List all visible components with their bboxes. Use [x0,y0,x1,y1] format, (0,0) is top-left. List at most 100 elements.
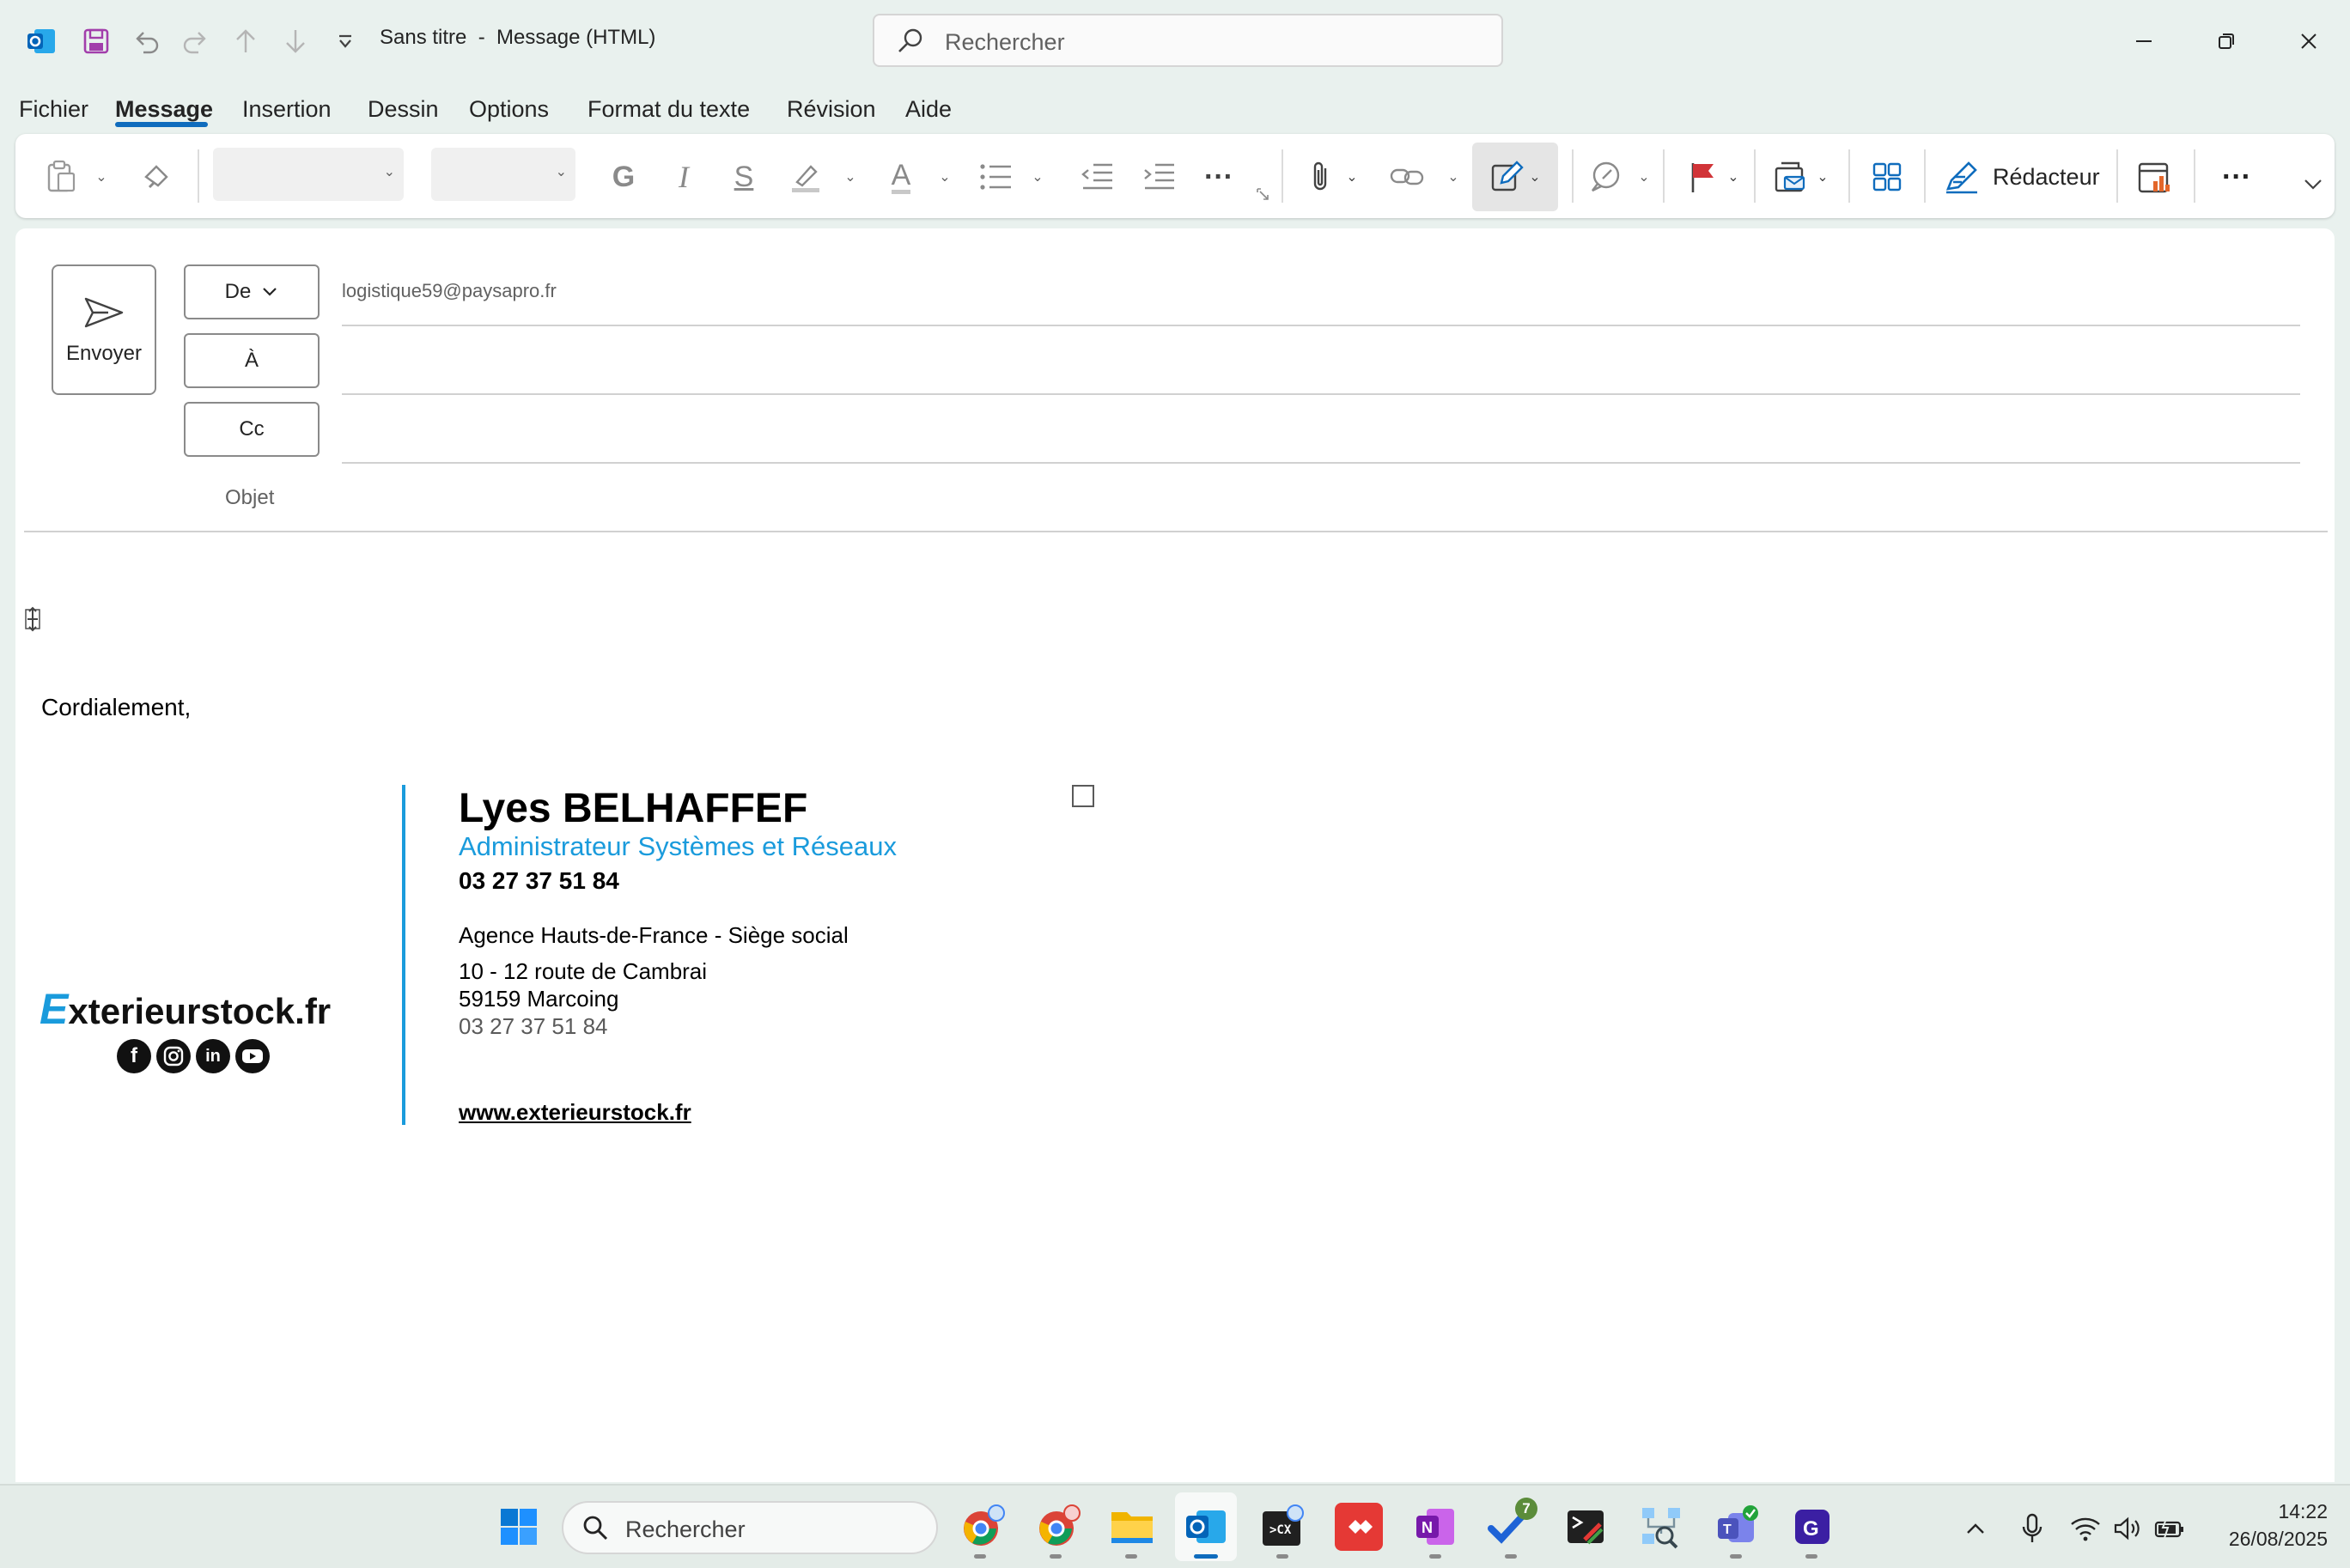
paste-icon[interactable] [41,158,81,196]
tab-options[interactable]: Options [469,96,549,123]
signature-website-link[interactable]: www.exterieurstock.fr [459,1099,691,1126]
more-options-button[interactable]: ··· [2211,158,2262,196]
tab-fichier[interactable]: Fichier [19,96,88,123]
clock[interactable]: 14:22 26/08/2025 [2199,1498,2328,1553]
file-explorer-icon[interactable] [1108,1503,1156,1551]
chevron-down-icon [263,288,277,296]
signature-button[interactable]: ⌄ [1472,143,1558,211]
tab-dessin[interactable]: Dessin [368,96,439,123]
viva-insights-icon[interactable] [2134,158,2175,196]
decrease-indent-icon[interactable] [1077,158,1117,196]
show-hidden-icons-chevron-up-icon[interactable] [1958,1511,1993,1546]
signature-address-line1[interactable]: 10 - 12 route de Cambrai [459,958,707,985]
font-color-label: A [891,161,911,194]
outlook-taskbar-icon[interactable] [1182,1503,1230,1551]
attach-file-icon[interactable] [1304,158,1338,196]
editor-button[interactable]: Rédacteur [1943,158,2115,196]
to-button[interactable]: À [184,333,320,388]
signature-address-line2[interactable]: 59159 Marcoing [459,986,618,1012]
tab-format-du-texte[interactable]: Format du texte [588,96,750,123]
bullet-list-chevron-down-icon[interactable]: ⌄ [1029,158,1046,196]
underline-button[interactable]: S [725,158,763,196]
comment-chevron-down-icon[interactable]: ⌄ [1635,158,1653,196]
from-button[interactable]: De [184,264,320,319]
image-placeholder-icon[interactable] [1072,785,1094,807]
link-chevron-down-icon[interactable]: ⌄ [1445,158,1462,196]
tags-chevron-down-icon[interactable]: ⌄ [1814,158,1831,196]
taskbar-search-input[interactable]: Rechercher [562,1501,938,1554]
to-input[interactable] [342,338,2300,386]
search-input[interactable]: Rechercher [873,14,1503,67]
font-color-chevron-down-icon[interactable]: ⌄ [936,158,953,196]
todo-icon[interactable]: 7 [1486,1498,1537,1551]
comment-icon[interactable] [1584,158,1627,196]
tab-revision[interactable]: Révision [787,96,876,123]
customize-toolbar-icon[interactable] [325,21,366,62]
more-formatting-button[interactable]: ··· [1197,158,1240,196]
format-painter-icon[interactable] [137,158,175,196]
ribbon-expand-chevron-down-icon[interactable] [2300,172,2326,198]
subject-input[interactable] [342,477,2300,526]
signature-phone-secondary[interactable]: 03 27 37 51 84 [459,1013,608,1040]
arrow-down-icon[interactable] [275,21,316,62]
minimize-button[interactable] [2118,15,2170,67]
cc-input[interactable] [342,407,2300,455]
chrome-profile-2-icon[interactable] [1034,1503,1082,1551]
cc-button[interactable]: Cc [184,402,320,457]
signature-chevron-down-icon: ⌄ [1529,170,1541,185]
bold-button[interactable]: G [605,158,642,196]
paste-chevron-down-icon[interactable]: ⌄ [93,158,110,196]
dialog-launcher-icon[interactable] [1254,185,1271,203]
redo-icon[interactable] [175,21,216,62]
windows-start-icon[interactable] [495,1503,543,1551]
table-handle-icon[interactable] [24,606,43,632]
svg-text:T: T [1723,1522,1732,1537]
instagram-icon[interactable] [156,1039,191,1073]
tab-insertion[interactable]: Insertion [242,96,332,123]
restore-button[interactable] [2201,15,2252,67]
undo-icon[interactable] [125,21,167,62]
tags-icon[interactable] [1771,158,1811,196]
signature-name[interactable]: Lyes BELHAFFEF [459,785,807,832]
font-family-dropdown[interactable]: ⌄ [213,148,404,201]
font-color-button[interactable]: A [881,158,921,196]
link-icon[interactable] [1386,158,1428,196]
save-icon[interactable] [76,21,117,62]
onenote-icon[interactable]: N [1412,1503,1460,1551]
increase-indent-icon[interactable] [1139,158,1178,196]
battery-icon[interactable] [2152,1511,2187,1546]
snipping-tool-icon[interactable] [1562,1503,1610,1551]
wifi-icon[interactable] [2068,1511,2103,1546]
volume-icon[interactable] [2111,1511,2146,1546]
search-icon [583,1516,608,1541]
company-logo[interactable]: Exterieurstock.fr [40,984,366,1036]
close-button[interactable] [2283,15,2335,67]
signature-phone[interactable]: 03 27 37 51 84 [459,867,619,895]
flag-icon[interactable] [1685,158,1720,196]
attach-chevron-down-icon[interactable]: ⌄ [1343,158,1361,196]
font-size-dropdown[interactable]: ⌄ [431,148,575,201]
send-button[interactable]: Envoyer [52,264,156,395]
linkedin-icon[interactable]: in [196,1039,230,1073]
flag-chevron-down-icon[interactable]: ⌄ [1725,158,1742,196]
teams-icon[interactable]: T [1713,1503,1761,1551]
bullet-list-icon[interactable] [976,158,1015,196]
microphone-icon[interactable] [2015,1511,2049,1546]
tab-aide[interactable]: Aide [905,96,952,123]
g-app-icon[interactable]: G [1788,1503,1836,1551]
apps-icon[interactable] [1867,158,1907,196]
terminal-cx-icon[interactable]: >CX [1259,1503,1307,1551]
arrow-up-icon[interactable] [225,21,266,62]
signature-job-title[interactable]: Administrateur Systèmes et Réseaux [459,831,897,862]
highlight-icon[interactable] [785,158,826,196]
network-tool-icon[interactable] [1637,1503,1685,1551]
chrome-profile-1-icon[interactable] [959,1503,1007,1551]
highlight-chevron-down-icon[interactable]: ⌄ [842,158,859,196]
facebook-icon[interactable]: f [117,1039,151,1073]
signature-agency[interactable]: Agence Hauts-de-France - Siège social [459,922,849,949]
greeting-text[interactable]: Cordialement, [41,694,191,721]
italic-button[interactable]: I [665,158,703,196]
anydesk-icon[interactable] [1335,1503,1383,1551]
tab-message[interactable]: Message [115,96,213,123]
youtube-icon[interactable] [235,1039,270,1073]
